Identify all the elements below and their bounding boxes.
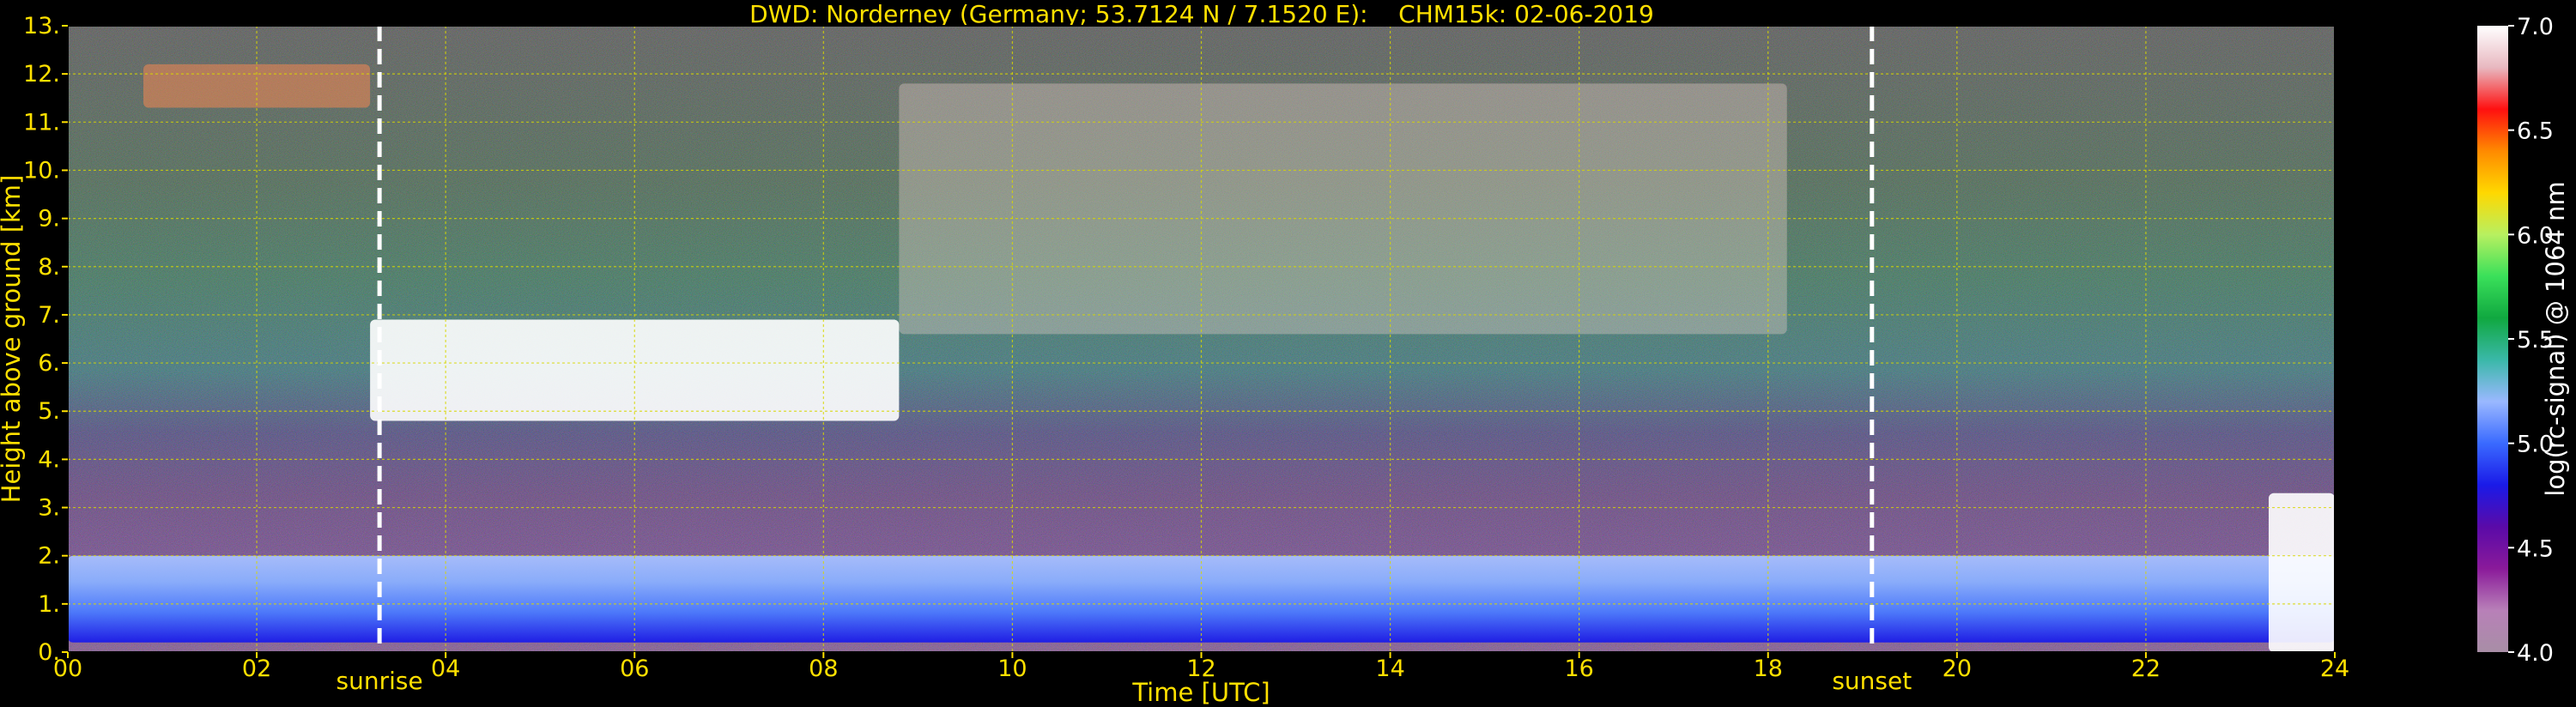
x-tick-label: 10 [997,656,1027,682]
y-tick-label: 12. [23,61,60,88]
y-tick-label: 6. [38,350,60,377]
y-tick-label: 13. [23,13,60,39]
x-axis-label: Time [UTC] [1131,678,1270,707]
colorbar-gradient [2477,26,2508,652]
colorbar: 4.04.55.05.56.06.57.0log(rc-signal) @ 10… [2477,14,2570,667]
y-tick-label: 7. [38,302,60,329]
x-tick-label: 08 [809,656,838,682]
y-tick-label: 9. [38,206,60,233]
y-tick-label: 4. [38,446,60,473]
x-tick-label: 22 [2131,656,2161,682]
x-tick-label: 02 [242,656,271,682]
feature-high-cloud [143,63,371,108]
y-tick-label: 2. [38,543,60,570]
feature-cirrus [899,83,1787,335]
y-tick-label: 11. [23,109,60,136]
x-tick-label: 20 [1943,656,1972,682]
colorbar-label: log(rc-signal) @ 1064 nm [2541,181,2570,496]
y-tick-label: 3. [38,495,60,522]
x-tick-label: 04 [431,656,460,682]
sunrise-label: sunrise [336,667,423,695]
x-tick-label: 24 [2320,656,2349,682]
colorbar-tick-label: 6.5 [2517,118,2554,145]
y-tick-label: 0. [38,639,60,666]
chart-svg: sunrise sunset 00 02 04 06 08 10 12 14 16 18 20 22 24… [0,13,2570,707]
x-tick-label: 18 [1754,656,1783,682]
colorbar-tick-label: 4.0 [2517,640,2554,667]
sunset-label: sunset [1832,667,1912,695]
colorbar-tick-label: 7.0 [2517,14,2554,40]
chart-figure: DWD: Norderney (Germany; 53.7124 N / 7.1… [0,0,2576,707]
x-tick-label: 16 [1564,656,1593,682]
colorbar-tick-label: 4.5 [2517,535,2554,562]
feature-precip-low-cloud [2268,492,2335,652]
y-axis-label: Height above ground [km] [0,175,26,504]
y-tick-label: 8. [38,254,60,281]
y-tick-label: 1. [38,591,60,618]
y-tick-label: 5. [38,398,60,425]
x-tick-label: 06 [620,656,649,682]
y-tick-label: 10. [23,157,60,184]
x-tick-label: 14 [1375,656,1404,682]
